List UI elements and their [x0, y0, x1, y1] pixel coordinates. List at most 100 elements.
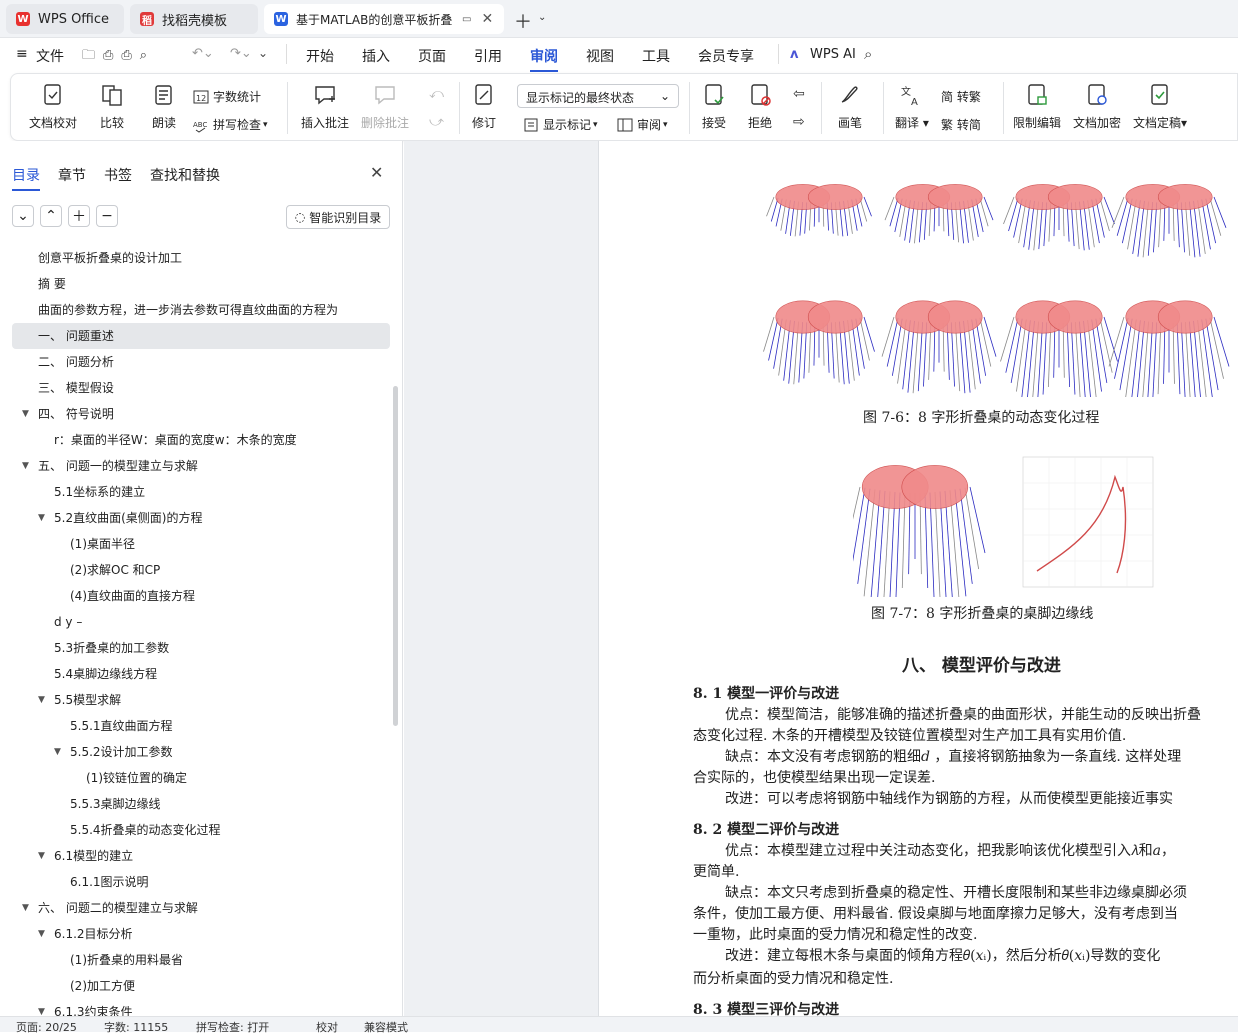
menu-wps-ai[interactable]: WPS AI — [810, 47, 856, 62]
menu-page[interactable]: 页面 — [418, 46, 446, 66]
toc-item[interactable]: 创意平板折叠桌的设计加工 — [38, 245, 182, 271]
toc-item[interactable]: d y – — [54, 609, 82, 635]
review-pane-button[interactable]: 审阅 ▾ — [617, 116, 668, 133]
svg-text:文: 文 — [901, 85, 911, 98]
proof-status[interactable]: 校对 — [316, 1019, 338, 1035]
track-changes-button[interactable]: 修订 — [471, 82, 497, 131]
toc-item[interactable]: (2)加工方便 — [70, 973, 135, 999]
encrypt-doc-button[interactable]: 文档加密 — [1073, 82, 1121, 131]
prev-change-icon[interactable]: ⇦ — [793, 86, 805, 102]
menu-references[interactable]: 引用 — [474, 46, 502, 66]
menu-home[interactable]: 开始 — [306, 46, 334, 66]
toc-item[interactable]: 六、 问题二的模型建立与求解 — [38, 895, 198, 921]
remove-heading-button[interactable]: − — [96, 205, 118, 227]
new-tab-icon[interactable]: ＋ — [514, 8, 532, 34]
toc-item[interactable]: 三、 模型假设 — [38, 375, 114, 401]
quick-access-icons[interactable]: 🗀⎙⎙⌕ — [82, 46, 155, 68]
toc-item[interactable]: r：桌面的半径W：桌面的宽度w：木条的宽度 — [54, 427, 297, 453]
read-aloud-button[interactable]: 朗读 — [151, 82, 177, 131]
expand-toggle-icon[interactable]: ▼ — [22, 453, 29, 479]
word-count-button[interactable]: 12 字数统计 — [193, 88, 261, 105]
menu-member[interactable]: 会员专享 — [698, 46, 754, 66]
toc-item[interactable]: (2)求解OC 和CP — [70, 557, 160, 583]
doc-proof-button[interactable]: 文档校对 — [29, 82, 77, 131]
toc-item[interactable]: 5.5.2设计加工参数 — [70, 739, 173, 765]
toc-item[interactable]: 5.4桌脚边缘线方程 — [54, 661, 157, 687]
tab-wps-office[interactable]: W WPS Office — [6, 4, 124, 34]
show-markup-button[interactable]: 显示标记 ▾ — [523, 116, 598, 133]
tab-bookmarks[interactable]: 书签 — [104, 165, 132, 185]
word-count-indicator[interactable]: 字数: 11155 — [104, 1019, 168, 1035]
toc-item[interactable]: 曲面的参数方程，进一步消去参数可得直纹曲面的方程为 — [38, 297, 338, 323]
prev-comment-icon[interactable]: ⤺ — [429, 86, 444, 102]
toc-item[interactable]: 5.5.1直纹曲面方程 — [70, 713, 173, 739]
markup-state-select[interactable]: 显示标记的最终状态 ⌄ — [517, 84, 679, 108]
tab-current-document[interactable]: W 基于MATLAB的创意平板折叠 ▭ ✕ — [264, 4, 504, 34]
translate-button[interactable]: 文A 翻译 ▾ — [895, 82, 929, 131]
toc-item[interactable]: 5.1坐标系的建立 — [54, 479, 145, 505]
pen-button[interactable]: 画笔 — [837, 82, 863, 131]
to-traditional-button[interactable]: 简 转繁 — [941, 88, 981, 105]
toc-item[interactable]: 一、 问题重述 — [12, 323, 390, 349]
undo-icon[interactable]: ↶⌄ — [192, 46, 214, 61]
toc-item[interactable]: (1)桌面半径 — [70, 531, 135, 557]
toc-item[interactable]: 二、 问题分析 — [38, 349, 114, 375]
tab-docer-templates[interactable]: 稻 找稻壳模板 — [130, 4, 258, 34]
menu-insert[interactable]: 插入 — [362, 46, 390, 66]
hamburger-icon[interactable]: ≡ — [16, 46, 28, 62]
toc-item[interactable]: (4)直纹曲面的直接方程 — [70, 583, 195, 609]
page-indicator[interactable]: 页面: 20/25 — [16, 1019, 77, 1035]
toc-item[interactable]: 6.1.1图示说明 — [70, 869, 149, 895]
next-change-icon[interactable]: ⇨ — [793, 114, 805, 130]
redo-icon[interactable]: ↷⌄ — [230, 46, 252, 61]
more-chevron-icon[interactable]: ⌄ — [258, 46, 268, 60]
toc-item[interactable]: 5.3折叠桌的加工参数 — [54, 635, 169, 661]
toc-item[interactable]: 5.5模型求解 — [54, 687, 121, 713]
toc-item[interactable]: 5.5.3桌脚边缘线 — [70, 791, 161, 817]
insert-comment-button[interactable]: 插入批注 — [301, 82, 349, 131]
expand-toggle-icon[interactable]: ▼ — [38, 687, 45, 713]
compare-button[interactable]: 比较 — [99, 82, 125, 131]
smart-toc-button[interactable]: ◌ 智能识别目录 — [286, 205, 390, 229]
search-icon[interactable]: ⌕ — [864, 45, 872, 63]
expand-toggle-icon[interactable]: ▼ — [38, 505, 45, 531]
toc-item[interactable]: (1)折叠桌的用料最省 — [70, 947, 183, 973]
expand-toggle-icon[interactable]: ▼ — [54, 739, 61, 765]
plus-icon: ＋ — [72, 209, 86, 225]
collapse-all-button[interactable]: ⌄ — [12, 205, 34, 227]
accept-button[interactable]: 接受 — [701, 82, 727, 131]
spell-check-status[interactable]: 拼写检查: 打开 — [196, 1019, 269, 1035]
delete-comment-button[interactable]: 删除批注 — [361, 82, 409, 131]
to-simplified-button[interactable]: 繁 转简 — [941, 116, 981, 133]
toc-item[interactable]: 5.5.4折叠桌的动态变化过程 — [70, 817, 221, 843]
toc-item[interactable]: (1)铰链位置的确定 — [86, 765, 187, 791]
expand-up-button[interactable]: ⌃ — [40, 205, 62, 227]
toc-item[interactable]: 摘 要 — [38, 271, 66, 297]
toc-item[interactable]: 5.2直纹曲面(桌侧面)的方程 — [54, 505, 202, 531]
reject-button[interactable]: 拒绝 — [747, 82, 773, 131]
expand-toggle-icon[interactable]: ▼ — [38, 921, 45, 947]
expand-toggle-icon[interactable]: ▼ — [22, 401, 29, 427]
finalize-doc-button[interactable]: 文档定稿▾ — [1133, 82, 1187, 131]
close-pane-icon[interactable]: ✕ — [370, 163, 383, 182]
toc-item[interactable]: 四、 符号说明 — [38, 401, 114, 427]
close-tab-icon[interactable]: ✕ — [481, 11, 493, 27]
menu-tools[interactable]: 工具 — [642, 46, 670, 66]
restrict-edit-button[interactable]: 限制编辑 — [1013, 82, 1061, 131]
toc-item[interactable]: 五、 问题一的模型建立与求解 — [38, 453, 198, 479]
tab-find-replace[interactable]: 查找和替换 — [150, 165, 220, 185]
spell-check-button[interactable]: ABC 拼写检查 ▾ — [193, 116, 268, 133]
toc-item[interactable]: 6.1模型的建立 — [54, 843, 133, 869]
menu-view[interactable]: 视图 — [586, 46, 614, 66]
next-comment-icon[interactable]: ⤻ — [429, 114, 444, 130]
toc-scrollbar[interactable] — [393, 386, 398, 726]
tab-toc[interactable]: 目录 — [12, 165, 40, 191]
tab-list-chevron-icon[interactable]: ⌄ — [538, 12, 546, 23]
tab-chapters[interactable]: 章节 — [58, 165, 86, 185]
toc-item[interactable]: 6.1.2目标分析 — [54, 921, 133, 947]
expand-toggle-icon[interactable]: ▼ — [22, 895, 29, 921]
add-heading-button[interactable]: ＋ — [68, 205, 90, 227]
menu-review[interactable]: 审阅 — [530, 46, 558, 72]
expand-toggle-icon[interactable]: ▼ — [38, 843, 45, 869]
menu-file[interactable]: 文件 — [36, 46, 64, 66]
